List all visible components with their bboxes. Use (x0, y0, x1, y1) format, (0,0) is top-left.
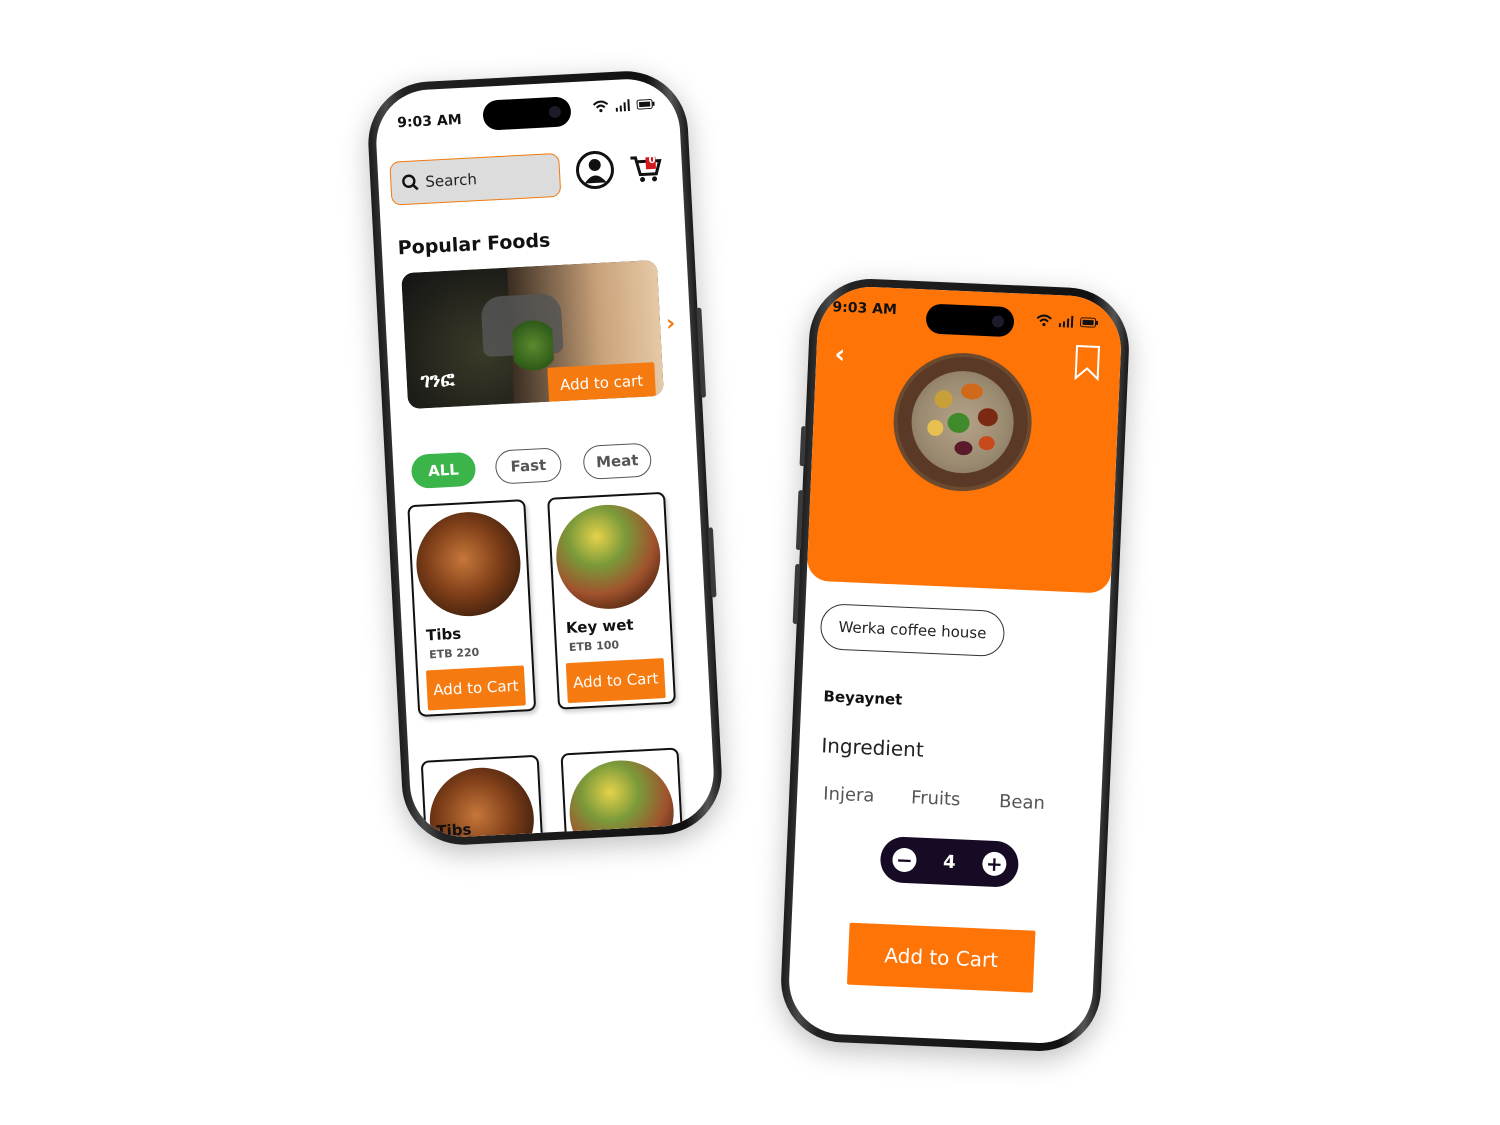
side-button (795, 490, 804, 551)
phone-detail: 9:03 AM ‹ Werka coffee house Beyaynet In… (778, 276, 1132, 1054)
food-card[interactable] (560, 747, 690, 840)
quantity-value: 4 (942, 851, 957, 873)
home-screen: 9:03 AM Search 0 Popular Foods ገንፎ Add t… (373, 76, 717, 840)
battery-icon (1079, 317, 1099, 328)
vendor-tag[interactable]: Werka coffee house (819, 603, 1006, 658)
profile-avatar[interactable] (575, 150, 615, 190)
ingredient-item: Bean (998, 791, 1046, 815)
banner-text: ገንፎ (420, 366, 455, 393)
side-button (696, 307, 707, 398)
popular-banner[interactable]: ገንፎ Add to cart (401, 259, 664, 410)
food-image (553, 502, 663, 612)
battery-icon (636, 99, 655, 110)
side-button (707, 527, 717, 598)
food-name: Tibs (435, 820, 472, 840)
search-placeholder: Search (424, 170, 478, 191)
food-image (567, 757, 677, 840)
add-to-cart-button[interactable]: Add to Cart (565, 658, 666, 704)
filter-chip-fast[interactable]: Fast (494, 447, 563, 485)
filter-chip-meat[interactable]: Meat (582, 442, 653, 480)
status-time: 9:03 AM (832, 299, 898, 319)
ingredient-item: Injera (822, 783, 875, 807)
dish-name: Beyaynet (823, 687, 903, 709)
bookmark-icon[interactable] (1074, 344, 1102, 382)
wifi-icon (1036, 314, 1052, 327)
user-icon (584, 158, 607, 184)
quantity-stepper: − 4 + (879, 835, 1020, 888)
search-input[interactable]: Search (389, 152, 562, 206)
signal-icon (615, 99, 630, 112)
signal-icon (1058, 315, 1074, 328)
ingredient-item: Fruits (910, 787, 961, 811)
search-icon (402, 174, 419, 191)
detail-screen: 9:03 AM ‹ Werka coffee house Beyaynet In… (786, 284, 1124, 1046)
section-title: Popular Foods (397, 229, 551, 260)
food-card[interactable]: Key wet ETB 100 Add to Cart (547, 491, 677, 710)
increment-button[interactable]: + (981, 851, 1007, 877)
status-time: 9:03 AM (396, 111, 463, 132)
decrement-button[interactable]: − (891, 847, 917, 873)
food-price: ETB 220 (428, 645, 480, 662)
back-icon[interactable]: ‹ (834, 339, 846, 369)
cart-button[interactable]: 0 (629, 153, 665, 189)
add-to-cart-button[interactable]: Add to Cart (425, 665, 526, 711)
add-to-cart-button[interactable]: Add to Cart (846, 922, 1036, 993)
side-button (792, 563, 801, 625)
ingredient-heading: Ingredient (820, 733, 925, 762)
food-name: Tibs (425, 624, 462, 645)
wifi-icon (592, 100, 609, 113)
food-card[interactable]: Tibs (420, 754, 550, 840)
food-price: ETB 100 (568, 638, 620, 654)
food-image (413, 509, 524, 619)
banner-add-to-cart-button[interactable]: Add to cart (547, 362, 657, 404)
cart-count: 0 (648, 154, 656, 167)
chevron-right-icon[interactable]: › (665, 311, 675, 336)
food-name: Key wet (565, 615, 635, 638)
side-button (799, 426, 807, 467)
food-card[interactable]: Tibs ETB 220 Add to Cart (407, 499, 537, 717)
filter-chip-all[interactable]: ALL (410, 451, 477, 489)
phone-home: 9:03 AM Search 0 Popular Foods ገንፎ Add t… (365, 68, 725, 848)
cart-icon (630, 156, 662, 183)
